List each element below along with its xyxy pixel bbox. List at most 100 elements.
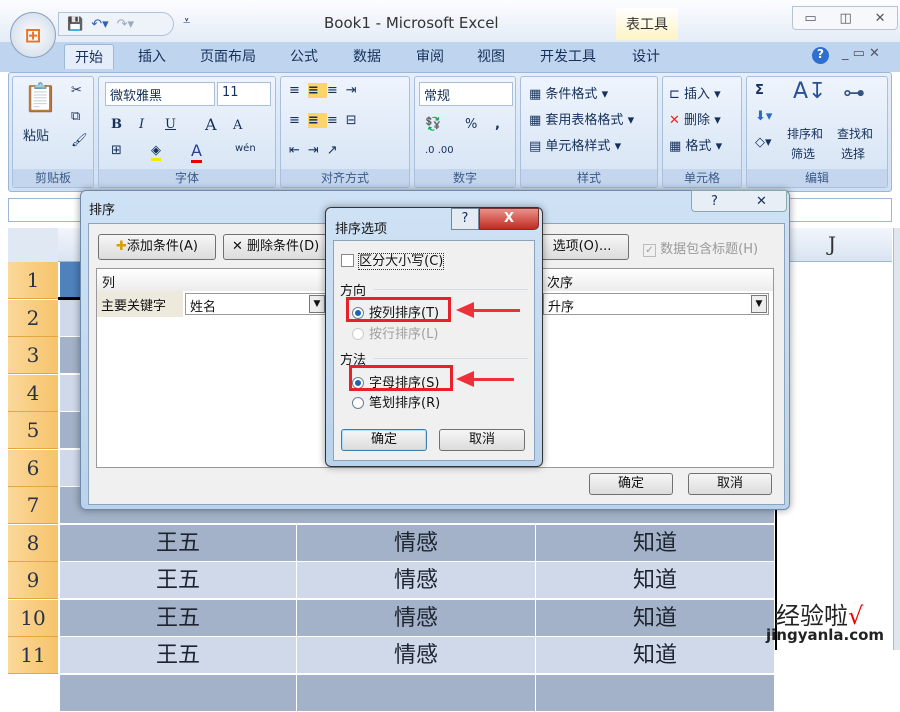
font-size-select[interactable]: 11 (217, 82, 271, 106)
redo-icon[interactable]: ↷▾ (117, 17, 134, 32)
italic-button[interactable]: I (139, 117, 144, 132)
table-cell[interactable]: 王五 (60, 637, 297, 674)
office-button[interactable]: ⊞ (10, 12, 56, 58)
save-icon[interactable]: 💾 (67, 17, 83, 32)
vertical-scrollbar[interactable] (893, 228, 900, 650)
row-header[interactable]: 11 (8, 637, 58, 674)
sort-filter-button[interactable]: 排序和 (787, 125, 823, 142)
restore-icon[interactable]: ◫ (840, 11, 852, 26)
cell-styles-button[interactable]: ▤ 单元格样式 ▾ (529, 135, 621, 154)
currency-icon[interactable]: 💱 (425, 117, 441, 132)
tab-view[interactable]: 视图 (477, 46, 505, 66)
row-header[interactable]: 2 (8, 299, 58, 337)
vertical-align-icons[interactable]: ≡≡≡⇥ (289, 83, 365, 98)
percent-button[interactable]: % (465, 117, 477, 132)
format-cells-button[interactable]: ▦ 格式 ▾ (669, 135, 722, 154)
minimize-icon[interactable]: ▭ (804, 11, 816, 26)
row-header[interactable]: 8 (8, 524, 58, 562)
cancel-button[interactable]: 取消 (439, 429, 525, 451)
row-header[interactable]: 4 (8, 374, 58, 412)
paste-icon[interactable]: 📋 (23, 81, 58, 114)
cut-icon[interactable]: ✂ (71, 83, 82, 98)
paste-button[interactable]: 粘贴 (23, 125, 49, 144)
row-header[interactable]: 3 (8, 337, 58, 374)
radio-stroke[interactable]: 笔划排序(R) (352, 392, 440, 411)
decimal-icons[interactable]: .0 .00 (425, 145, 454, 156)
grow-font-button[interactable]: A (205, 115, 217, 134)
help-button[interactable]: ? (451, 208, 479, 230)
indent-icons[interactable]: ⇤⇥↗ (289, 143, 346, 158)
insert-cells-button[interactable]: ⊏ 插入 ▾ (669, 83, 721, 102)
tab-home[interactable]: 开始 (64, 44, 114, 69)
table-cell[interactable]: 王五 (60, 562, 297, 599)
table-cell[interactable]: 情感 (297, 599, 536, 637)
tab-data[interactable]: 数据 (353, 46, 381, 66)
tab-page-layout[interactable]: 页面布局 (200, 46, 256, 66)
delete-condition-button[interactable]: ✕ 删除条件(D) (223, 234, 333, 260)
row-header[interactable]: 6 (8, 449, 58, 487)
conditional-format-button[interactable]: ▦ 条件格式 ▾ (529, 83, 608, 102)
options-button[interactable]: 选项(O)... (535, 234, 629, 260)
tab-design[interactable]: 设计 (632, 46, 660, 66)
fill-icon[interactable]: ⬇▾ (755, 109, 772, 124)
table-cell[interactable]: 情感 (297, 524, 536, 562)
number-format-select[interactable]: 常规 (419, 82, 513, 106)
font-color-icon[interactable]: A (191, 141, 202, 163)
horizontal-align-icons[interactable]: ≡≡≡⊟ (289, 113, 365, 128)
header-checkbox[interactable]: ✓ 数据包含标题(H) (643, 238, 758, 257)
help-icon[interactable]: ? (812, 47, 829, 64)
close-button[interactable]: X (479, 208, 539, 230)
undo-icon[interactable]: ↶▾ (91, 17, 108, 32)
underline-button[interactable]: U (165, 117, 176, 132)
row-header[interactable]: 9 (8, 562, 58, 599)
row-header[interactable]: 5 (8, 412, 58, 449)
autosum-button[interactable]: Σ (755, 83, 764, 98)
comma-button[interactable]: , (495, 117, 500, 132)
sort-filter-icon[interactable]: A↧ (793, 79, 826, 104)
table-cell[interactable] (60, 674, 297, 712)
add-condition-button[interactable]: ✚添加条件(A) (98, 234, 216, 260)
ok-button[interactable]: 确定 (341, 429, 427, 451)
phonetic-button[interactable]: wén (235, 143, 256, 154)
ok-button[interactable]: 确定 (589, 473, 673, 495)
table-cell[interactable] (536, 674, 775, 712)
binoculars-icon[interactable]: ⊶ (843, 81, 865, 106)
sort-column-select[interactable]: 姓名 ▼ (185, 293, 327, 315)
help-icon[interactable]: ? (711, 194, 718, 209)
shrink-font-button[interactable]: A (233, 118, 242, 133)
delete-cells-button[interactable]: ✕ 删除 ▾ (669, 109, 721, 128)
table-cell[interactable]: 王五 (60, 524, 297, 562)
table-cell[interactable]: 情感 (297, 637, 536, 674)
ribbon-minimize-icon[interactable]: _ ▭ ✕ (842, 46, 880, 61)
table-cell[interactable] (297, 674, 536, 712)
table-cell[interactable]: 情感 (297, 562, 536, 599)
clear-icon[interactable]: ◇▾ (755, 135, 772, 150)
close-icon[interactable]: ✕ (756, 194, 767, 209)
bold-button[interactable]: B (111, 117, 122, 132)
tab-insert[interactable]: 插入 (138, 46, 166, 66)
case-sensitive-checkbox[interactable]: 区分大小写(C) (341, 250, 445, 270)
borders-icon[interactable]: ⊞ (111, 143, 122, 158)
customize-qat-icon[interactable]: ⩡ (183, 14, 190, 29)
find-select-button[interactable]: 查找和 (837, 125, 873, 142)
select-all-button[interactable] (8, 228, 58, 262)
table-cell[interactable]: 知道 (536, 599, 775, 637)
row-header[interactable]: 7 (8, 487, 58, 524)
cancel-button[interactable]: 取消 (688, 473, 772, 495)
font-name-select[interactable]: 微软雅黑 (105, 82, 215, 106)
fill-color-icon[interactable]: ◈ (151, 143, 161, 161)
tab-formulas[interactable]: 公式 (290, 46, 318, 66)
row-header[interactable]: 1 (8, 262, 58, 299)
sort-order-select[interactable]: 升序 ▼ (543, 293, 769, 315)
table-cell[interactable]: 知道 (536, 524, 775, 562)
format-painter-icon[interactable]: 🖌 (71, 133, 88, 148)
column-header-j[interactable]: J (828, 232, 836, 256)
table-cell[interactable]: 知道 (536, 562, 775, 599)
table-cell[interactable]: 知道 (536, 637, 775, 674)
tab-developer[interactable]: 开发工具 (540, 46, 596, 66)
row-header[interactable]: 10 (8, 599, 58, 637)
format-as-table-button[interactable]: ▦ 套用表格格式 ▾ (529, 109, 634, 128)
table-cell[interactable]: 王五 (60, 599, 297, 637)
tab-review[interactable]: 审阅 (416, 46, 444, 66)
close-icon[interactable]: ✕ (875, 11, 886, 26)
